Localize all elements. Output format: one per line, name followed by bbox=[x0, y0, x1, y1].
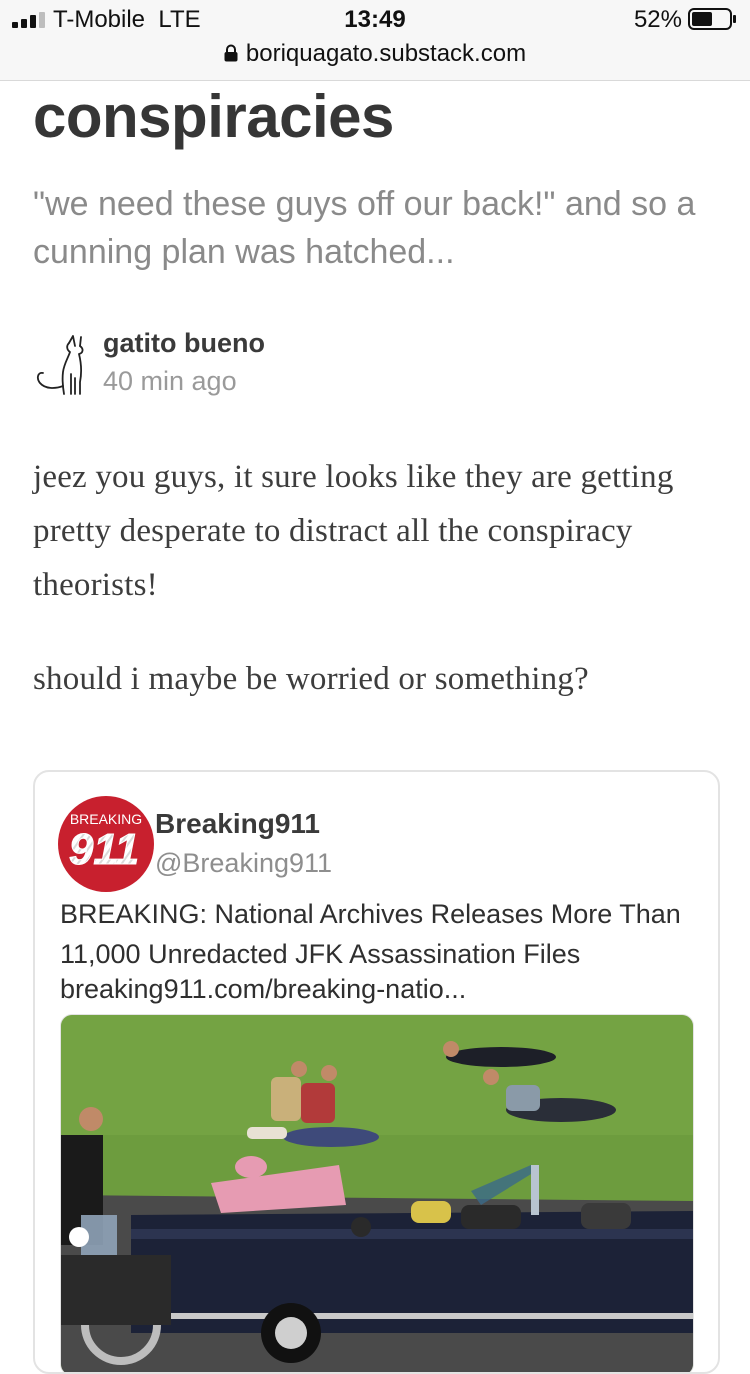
author-name[interactable]: gatito bueno bbox=[103, 328, 265, 359]
tweet-display-name[interactable]: Breaking911 bbox=[155, 808, 320, 840]
avatar-911-text: 911 bbox=[69, 825, 139, 874]
lock-icon bbox=[224, 44, 238, 62]
address-bar[interactable]: boriquagato.substack.com bbox=[0, 40, 750, 68]
status-bar: T-Mobile LTE 13:49 52% boriquagato.subst… bbox=[0, 0, 750, 81]
embedded-tweet[interactable]: BREAKING 911 Breaking911 @Breaking911 BR… bbox=[33, 770, 720, 1374]
jfk-motorcade-photo bbox=[61, 1015, 693, 1372]
post-subtitle: "we need these guys off our back!" and s… bbox=[33, 185, 696, 271]
body-paragraph: should i maybe be worried or something? bbox=[33, 661, 589, 697]
battery-icon bbox=[688, 8, 736, 30]
cat-avatar-icon[interactable] bbox=[33, 334, 91, 396]
tweet-text: BREAKING: National Archives Releases Mor… bbox=[60, 899, 681, 969]
body-paragraph: jeez you guys, it sure looks like they a… bbox=[33, 459, 674, 603]
tweet-photo[interactable] bbox=[60, 1014, 694, 1372]
post-timestamp: 40 min ago bbox=[103, 366, 237, 396]
post-title: conspiracies bbox=[33, 83, 394, 150]
breaking911-avatar[interactable]: BREAKING 911 bbox=[58, 796, 154, 892]
tweet-link[interactable]: breaking911.com/breaking-natio... bbox=[60, 974, 466, 1005]
url-text: boriquagato.substack.com bbox=[245, 40, 527, 67]
tweet-handle[interactable]: @Breaking911 bbox=[155, 848, 332, 879]
battery-percentage: 52% bbox=[633, 6, 682, 33]
